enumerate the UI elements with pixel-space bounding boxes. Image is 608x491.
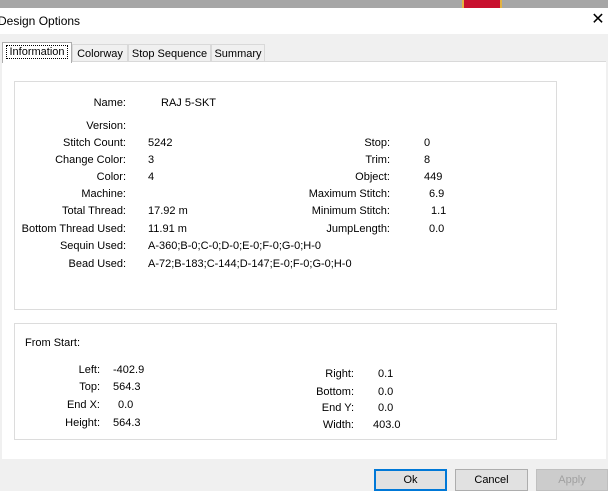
design-info-group: Name: RAJ 5-SKT Version: Stitch Count: 5… [14, 81, 557, 310]
min-stitch-value: 1.1 [431, 205, 447, 217]
max-stitch-label: Maximum Stitch: [308, 188, 390, 200]
name-label: Name: [93, 97, 126, 109]
height-label: Height: [65, 417, 100, 429]
width-label: Width: [322, 419, 354, 431]
left-value: -402.9 [113, 364, 145, 376]
end-x-value: 0.0 [118, 399, 134, 411]
jump-length-value: 0.0 [429, 223, 445, 235]
change-color-label: Change Color: [55, 154, 126, 166]
change-color-value: 3 [148, 154, 155, 166]
tab-stop-sequence-label: Stop Sequence [131, 48, 208, 60]
sequin-used-value: A-360;B-0;C-0;D-0;E-0;F-0;G-0;H-0 [148, 240, 321, 252]
color-value: 4 [148, 171, 155, 183]
bottom-thread-label: Bottom Thread Used: [21, 223, 126, 235]
left-label: Left: [78, 364, 100, 376]
color-label: Color: [96, 171, 126, 183]
tab-stop-sequence[interactable]: Stop Sequence [128, 44, 211, 62]
min-stitch-label: Minimum Stitch: [311, 205, 390, 217]
object-label: Object: [355, 171, 390, 183]
background-window-strip [0, 0, 608, 8]
top-label: Top: [79, 381, 100, 393]
max-stitch-value: 6.9 [429, 188, 445, 200]
version-label: Version: [86, 120, 126, 132]
height-value: 564.3 [113, 417, 141, 429]
bottom-thread-value: 11.91 m [148, 223, 187, 235]
stop-value: 0 [424, 137, 431, 149]
trim-value: 8 [424, 154, 431, 166]
machine-label: Machine: [81, 188, 126, 200]
information-panel: Name: RAJ 5-SKT Version: Stitch Count: 5… [2, 61, 606, 459]
from-start-title: From Start: [25, 337, 81, 349]
name-value: RAJ 5-SKT [161, 97, 217, 109]
window-title: Design Options [0, 14, 81, 28]
end-y-value: 0.0 [378, 402, 394, 414]
total-thread-label: Total Thread: [61, 205, 126, 217]
right-value: 0.1 [378, 368, 394, 380]
right-label: Right: [325, 368, 354, 380]
width-value: 403.0 [373, 419, 401, 431]
end-y-label: End Y: [321, 402, 354, 414]
ok-button[interactable]: Ok [374, 469, 447, 491]
from-start-group: From Start: Left: -402.9 Top: 564.3 End … [14, 323, 557, 440]
tab-colorway[interactable]: Colorway [72, 44, 128, 62]
object-value: 449 [424, 171, 443, 183]
end-x-label: End X: [66, 399, 100, 411]
bead-used-value: A-72;B-183;C-144;D-147;E-0;F-0;G-0;H-0 [148, 258, 352, 270]
close-icon[interactable]: ✕ [588, 10, 608, 30]
tab-colorway-label: Colorway [77, 48, 123, 60]
stitch-count-label: Stitch Count: [63, 137, 126, 149]
bottom-label: Bottom: [316, 386, 354, 398]
tab-information[interactable]: Information [2, 42, 72, 63]
jump-length-label: JumpLength: [326, 223, 390, 235]
tab-summary-label: Summary [214, 48, 262, 60]
sequin-used-label: Sequin Used: [59, 240, 126, 252]
stop-label: Stop: [364, 137, 390, 149]
bottom-value: 0.0 [378, 386, 394, 398]
apply-button[interactable]: Apply [536, 469, 608, 491]
cancel-button[interactable]: Cancel [455, 469, 528, 491]
tab-information-label: Information [6, 45, 68, 59]
stitch-count-value: 5242 [148, 137, 173, 149]
total-thread-value: 17.92 m [148, 205, 188, 217]
bead-used-label: Bead Used: [68, 258, 126, 270]
tab-summary[interactable]: Summary [211, 44, 265, 62]
title-bar: Design Options ✕ [0, 8, 608, 34]
top-value: 564.3 [113, 381, 141, 393]
app-logo-fragment [462, 0, 502, 8]
trim-label: Trim: [365, 154, 390, 166]
